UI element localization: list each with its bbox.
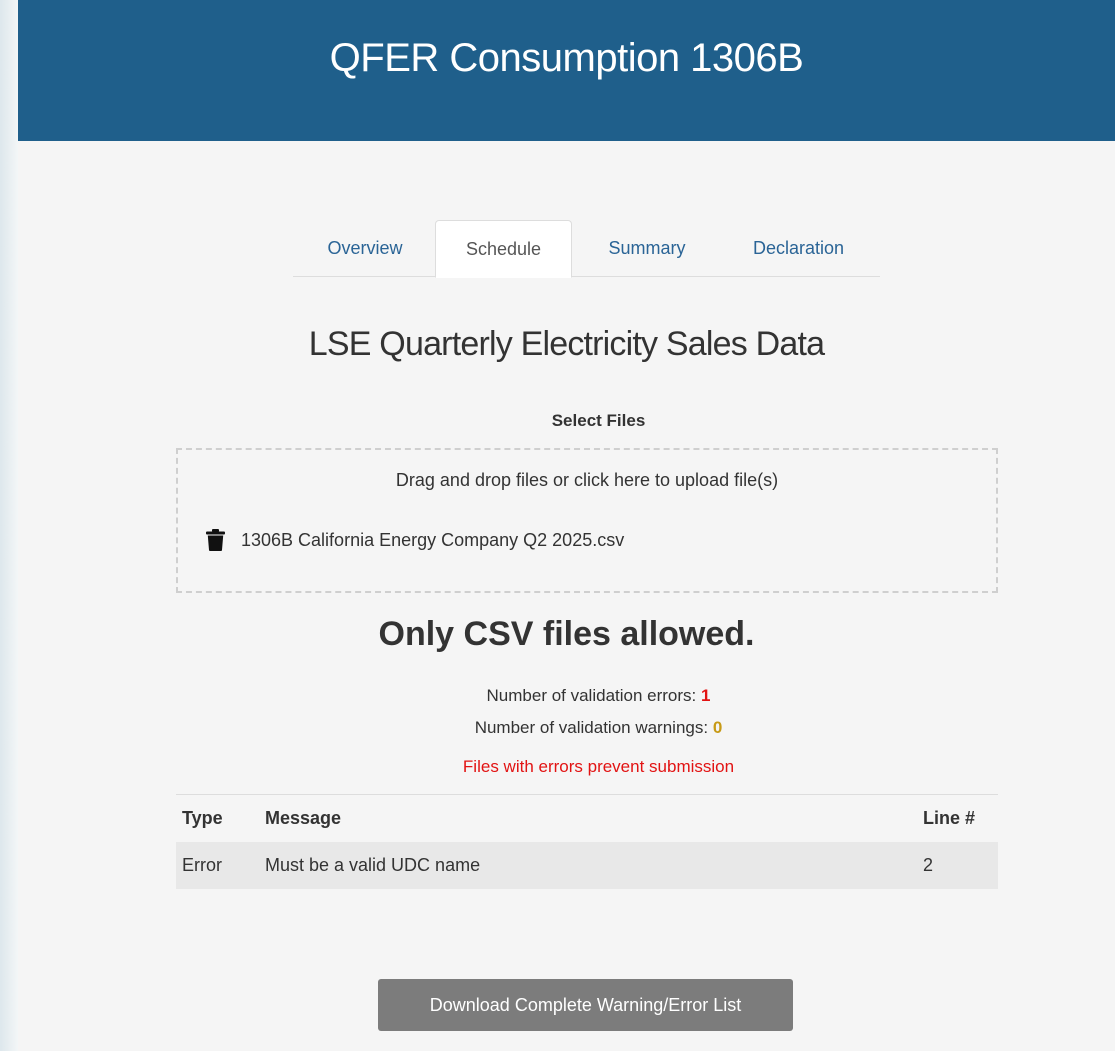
tab-overview[interactable]: Overview [307, 220, 423, 277]
errors-label: Number of validation errors: [486, 686, 697, 705]
warnings-count: 0 [712, 718, 723, 737]
download-error-list-button[interactable]: Download Complete Warning/Error List [378, 979, 793, 1031]
column-header-line: Line # [923, 808, 976, 828]
validation-errors-line: Number of validation errors: 1 [18, 686, 1115, 706]
app-title: QFER Consumption 1306B [329, 36, 804, 80]
tab-schedule[interactable]: Schedule [435, 220, 572, 278]
page: QFER Consumption 1306B Overview Schedule… [18, 0, 1115, 1051]
submission-warning: Files with errors prevent submission [462, 757, 735, 776]
validation-table: Type Message Line # Error Must be a vali… [176, 794, 998, 889]
select-files-label: Select Files [551, 411, 646, 430]
tab-declaration[interactable]: Declaration [722, 220, 875, 277]
table-row: Error Must be a valid UDC name 2 [176, 842, 998, 889]
file-name: 1306B California Energy Company Q2 2025.… [241, 529, 625, 550]
column-header-type: Type [182, 808, 223, 828]
row-type: Error [182, 855, 222, 875]
warnings-label: Number of validation warnings: [474, 718, 709, 737]
file-dropzone[interactable]: Drag and drop files or click here to upl… [176, 448, 998, 593]
uploaded-file-item: 1306B California Energy Company Q2 2025.… [206, 527, 624, 553]
errors-count: 1 [701, 686, 711, 705]
trash-icon[interactable] [206, 529, 225, 551]
app-header: QFER Consumption 1306B [18, 0, 1115, 141]
tab-summary[interactable]: Summary [586, 220, 708, 277]
row-line: 2 [923, 855, 934, 875]
validation-headline: Only CSV files allowed. [378, 615, 755, 653]
row-message: Must be a valid UDC name [265, 855, 481, 875]
tab-bar: Overview Schedule Summary Declaration [293, 220, 880, 278]
dropzone-hint: Drag and drop files or click here to upl… [395, 470, 779, 490]
section-title: LSE Quarterly Electricity Sales Data [308, 325, 825, 363]
table-header-row: Type Message Line # [176, 795, 998, 842]
column-header-message: Message [265, 808, 342, 828]
validation-warnings-line: Number of validation warnings: 0 [18, 718, 1115, 738]
